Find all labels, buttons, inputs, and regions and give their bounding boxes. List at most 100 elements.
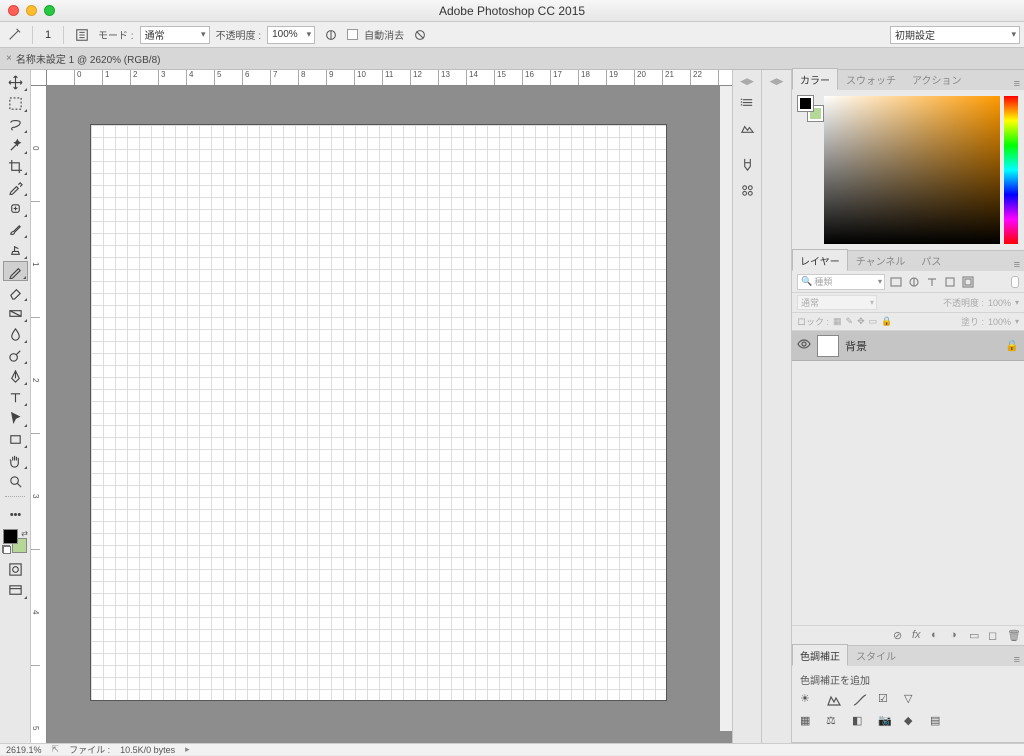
pressure-opacity-icon[interactable] — [321, 25, 341, 45]
curves-icon[interactable] — [852, 692, 868, 708]
hand-tool[interactable] — [3, 450, 28, 470]
auto-erase-checkbox[interactable] — [347, 29, 358, 40]
close-tab-icon[interactable]: × — [6, 53, 12, 64]
panel-menu-icon[interactable]: ≡ — [1014, 78, 1020, 90]
swap-colors-icon[interactable]: ⇄ — [21, 529, 28, 538]
path-selection-tool[interactable] — [3, 408, 28, 428]
tool-preset-button[interactable] — [4, 25, 24, 45]
marquee-tool[interactable] — [3, 93, 28, 113]
hue-sat-icon[interactable]: ▦ — [800, 714, 816, 730]
color-lookup-icon[interactable]: ▤ — [930, 714, 946, 730]
color-field[interactable] — [824, 96, 1000, 244]
tab-swatches[interactable]: スウォッチ — [838, 68, 904, 90]
dodge-tool[interactable] — [3, 345, 28, 365]
brush-size-value[interactable]: 1 — [41, 29, 55, 41]
channel-mixer-icon[interactable]: ◆ — [904, 714, 920, 730]
clone-stamp-tool[interactable] — [3, 240, 28, 260]
layer-style-icon[interactable]: fx — [912, 629, 925, 642]
tab-actions[interactable]: アクション — [904, 68, 970, 90]
properties-panel-icon[interactable] — [736, 117, 758, 139]
layer-mask-icon[interactable]: ◐ — [931, 629, 944, 642]
adjustment-layer-icon[interactable]: ◑ — [950, 629, 963, 642]
lock-position-icon[interactable]: ✥ — [857, 316, 865, 327]
tab-paths[interactable]: パス — [913, 249, 949, 271]
document-tab-label[interactable]: 名称未設定 1 @ 2620% (RGB/8) — [16, 51, 161, 66]
workspace-preset-select[interactable]: 初期設定 — [890, 26, 1020, 44]
lock-transparency-icon[interactable]: ▦ — [833, 316, 842, 327]
gradient-tool[interactable] — [3, 303, 28, 323]
color-swatches[interactable]: ⇄ — [3, 529, 27, 553]
brush-panel-toggle[interactable] — [72, 25, 92, 45]
tab-adjustments[interactable]: 色調補正 — [792, 644, 848, 666]
layer-row[interactable]: 背景 🔒 — [792, 331, 1024, 361]
levels-icon[interactable] — [826, 692, 842, 708]
pressure-size-icon[interactable] — [410, 25, 430, 45]
delete-layer-icon[interactable]: 🗑 — [1007, 629, 1020, 642]
vertical-ruler[interactable]: 012345 — [31, 86, 47, 743]
tab-color[interactable]: カラー — [792, 68, 838, 90]
status-menu-icon[interactable]: ▸ — [185, 744, 190, 755]
layer-kind-filter[interactable]: 🔍種類 — [797, 274, 885, 290]
new-layer-icon[interactable]: ◻ — [988, 629, 1001, 642]
layer-name[interactable]: 背景 — [845, 338, 867, 354]
lasso-tool[interactable] — [3, 114, 28, 134]
magic-wand-tool[interactable] — [3, 135, 28, 155]
blend-mode-select[interactable]: 通常 — [140, 26, 210, 44]
filter-toggle[interactable] — [1011, 276, 1019, 288]
edit-toolbar-button[interactable] — [3, 504, 28, 524]
photo-filter-icon[interactable]: 📷 — [878, 714, 894, 730]
filter-adjust-icon[interactable] — [907, 275, 921, 289]
brightness-contrast-icon[interactable]: ☀ — [800, 692, 816, 708]
quick-mask-toggle[interactable] — [3, 559, 28, 579]
move-tool[interactable] — [3, 72, 28, 92]
filter-smart-icon[interactable] — [961, 275, 975, 289]
default-colors-icon[interactable] — [2, 545, 11, 554]
document-canvas[interactable] — [91, 125, 666, 700]
type-tool[interactable] — [3, 387, 28, 407]
tab-styles[interactable]: スタイル — [848, 644, 904, 666]
exposure-icon[interactable]: ☑ — [878, 692, 894, 708]
ruler-origin[interactable] — [31, 70, 47, 86]
opacity-select[interactable]: 100% — [267, 26, 315, 44]
vibrance-icon[interactable]: ▽ — [904, 692, 920, 708]
history-panel-icon[interactable] — [736, 91, 758, 113]
hue-slider[interactable] — [1004, 96, 1018, 244]
filter-type-icon[interactable] — [925, 275, 939, 289]
group-icon[interactable]: ▭ — [969, 629, 982, 642]
crop-tool[interactable] — [3, 156, 28, 176]
horizontal-ruler[interactable]: 012345678910111213141516171819202122 — [47, 70, 732, 86]
layer-blend-mode-select[interactable]: 通常 — [797, 295, 877, 310]
zoom-level[interactable]: 2619.1% — [6, 745, 42, 755]
layer-thumbnail[interactable] — [817, 335, 839, 357]
pencil-tool[interactable] — [3, 261, 28, 281]
eyedropper-tool[interactable] — [3, 177, 28, 197]
visibility-icon[interactable] — [797, 337, 811, 354]
lock-all-icon[interactable]: 🔒 — [881, 316, 892, 327]
vertical-scrollbar[interactable] — [720, 86, 732, 731]
eraser-tool[interactable] — [3, 282, 28, 302]
healing-brush-tool[interactable] — [3, 198, 28, 218]
tab-channels[interactable]: チャンネル — [848, 249, 914, 271]
brush-panel-icon[interactable] — [736, 153, 758, 175]
file-info-value[interactable]: 10.5K/0 bytes — [120, 745, 175, 755]
zoom-tool[interactable] — [3, 471, 28, 491]
layer-opacity-value[interactable]: 100% — [988, 298, 1011, 308]
color-balance-icon[interactable]: ⚖ — [826, 714, 842, 730]
panel-menu-icon[interactable]: ≡ — [1014, 654, 1020, 666]
lock-pixels-icon[interactable]: ✎ — [846, 316, 854, 327]
black-white-icon[interactable]: ◧ — [852, 714, 868, 730]
foreground-color[interactable] — [3, 529, 18, 544]
filter-pixel-icon[interactable] — [889, 275, 903, 289]
brush-presets-panel-icon[interactable] — [736, 179, 758, 201]
canvas-area[interactable]: 012345678910111213141516171819202122 012… — [31, 70, 732, 743]
filter-shape-icon[interactable] — [943, 275, 957, 289]
color-mini-swatches[interactable] — [798, 96, 820, 118]
export-icon[interactable]: ⇱ — [52, 744, 60, 755]
brush-tool[interactable] — [3, 219, 28, 239]
link-layers-icon[interactable]: ⊘ — [893, 629, 906, 642]
layer-lock-icon[interactable]: 🔒 — [1005, 339, 1019, 352]
fill-value[interactable]: 100% — [988, 317, 1011, 327]
panel-menu-icon[interactable]: ≡ — [1014, 259, 1020, 271]
pen-tool[interactable] — [3, 366, 28, 386]
tab-layers[interactable]: レイヤー — [792, 249, 848, 271]
